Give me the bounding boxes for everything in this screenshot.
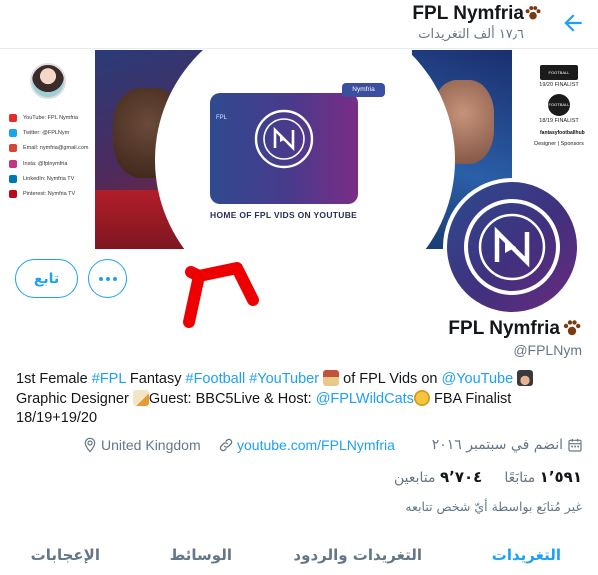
email-icon [9, 144, 17, 153]
paw-emoji-icon [563, 320, 581, 336]
house-emoji-icon [323, 370, 340, 386]
following-label: متابَعًا [504, 470, 536, 486]
banner-awards: FOOTBALL CONTENT 19/20 FINALIST FOOTBALL… [520, 65, 598, 153]
profile-name: FPL Nymfria [448, 318, 560, 339]
profile-handle: @FPLNym [513, 342, 582, 358]
yt-card-label: FPL [216, 115, 228, 121]
social-row: Insta: @fplnymfria [9, 156, 99, 171]
calendar-icon [568, 439, 582, 452]
banner-avatar [30, 63, 66, 99]
website-link[interactable]: youtube.com/FPLNymfria [237, 437, 395, 453]
social-row: YouTube: FPL Nymfria [9, 110, 99, 125]
youtube-card: Nymfria FPL [210, 83, 385, 204]
award-logo: FOOTBALL CONTENT [540, 65, 578, 90]
yt-badge: Nymfria [342, 83, 385, 97]
award-text: Designer | Sponsors [534, 141, 584, 147]
joined-date: انضم في سبتمبر ٢٠١٦ [431, 437, 563, 453]
detective-emoji-icon [517, 370, 534, 386]
tab-tweets-and-replies[interactable]: التغريدات والردود [293, 546, 422, 564]
tab-tweets[interactable]: التغريدات [492, 546, 561, 564]
award-logo: FOOTBALL BLOGGING [548, 94, 570, 129]
followers-count: ٩٬٧٠٤ [439, 468, 483, 486]
twitter-icon [9, 128, 17, 137]
profile-header: FPL Nymfria ١٧٫٦ ألف التغريدات [0, 0, 598, 49]
followers-label: متابعين [394, 470, 436, 486]
nymfria-avatar-logo-icon [464, 199, 560, 295]
location-text: United Kingdom [101, 437, 201, 453]
social-row: Email: nymfria@gmail.com [9, 141, 99, 156]
more-dots-icon [98, 276, 117, 281]
back-arrow-icon[interactable] [560, 10, 586, 36]
pinterest-icon [9, 190, 17, 199]
header-tweet-count: ١٧٫٦ ألف التغريدات [418, 27, 524, 42]
nymfria-logo-icon [254, 109, 314, 169]
more-options-button[interactable] [88, 259, 127, 298]
profile-meta: United Kingdom youtube.com/FPLNymfria ان… [16, 437, 584, 459]
follow-counts: ١٬٥٩١ متابَعًا ٩٬٧٠٤ متابعين [394, 468, 582, 486]
social-row: Pinterest: Nymfria TV [9, 186, 99, 201]
banner-social-list: YouTube: FPL Nymfria Twitter: @FPLNym Em… [9, 110, 99, 202]
link-icon [219, 438, 233, 452]
instagram-icon [9, 159, 17, 168]
joined-item: انضم في سبتمبر ٢٠١٦ [432, 437, 584, 453]
medal-emoji-icon [413, 389, 430, 406]
hashtag-link[interactable]: #YouTuber [249, 371, 319, 387]
follow-button[interactable]: تابع [15, 259, 78, 298]
following-count-link[interactable]: ١٬٥٩١ متابَعًا [504, 468, 582, 486]
website-item: youtube.com/FPLNymfria [218, 437, 395, 453]
banner-caption: HOME OF FPL VIDS ON YOUTUBE [210, 210, 358, 220]
following-count: ١٬٥٩١ [539, 468, 582, 486]
mention-link[interactable]: @FPLWildCats [316, 391, 414, 407]
award-text: 19/20 FINALIST [539, 82, 579, 88]
profile-tabs: التغريدات التغريدات والردود الوسائط الإع… [0, 540, 598, 575]
profile-bio: 1st Female #FPL Fantasy #Football #YouTu… [16, 370, 576, 429]
followers-count-link[interactable]: ٩٬٧٠٤ متابعين [394, 468, 482, 486]
location-pin-icon [84, 437, 96, 453]
tab-media[interactable]: الوسائط [170, 546, 232, 564]
social-row: LinkedIn: Nymfria TV [9, 171, 99, 186]
social-row: Twitter: @FPLNym [9, 125, 99, 140]
linkedin-icon [9, 174, 17, 183]
not-followed-notice: غير مُتابَع بواسطة أيّ شخص تتابعه [405, 499, 582, 514]
hashtag-link[interactable]: #Football [186, 371, 246, 387]
hashtag-link[interactable]: #FPL [92, 371, 126, 387]
paw-emoji-icon [525, 6, 541, 20]
tab-likes[interactable]: الإعجابات [31, 546, 100, 564]
mention-link[interactable]: @YouTube [441, 371, 513, 387]
award-text: 18/19 FINALIST [539, 118, 579, 124]
youtube-icon [9, 113, 17, 122]
profile-avatar[interactable] [443, 178, 581, 316]
location-item: United Kingdom [82, 437, 201, 453]
memo-emoji-icon [132, 389, 149, 406]
red-arrow-annotation [183, 262, 259, 328]
header-title: FPL Nymfria [412, 3, 524, 24]
